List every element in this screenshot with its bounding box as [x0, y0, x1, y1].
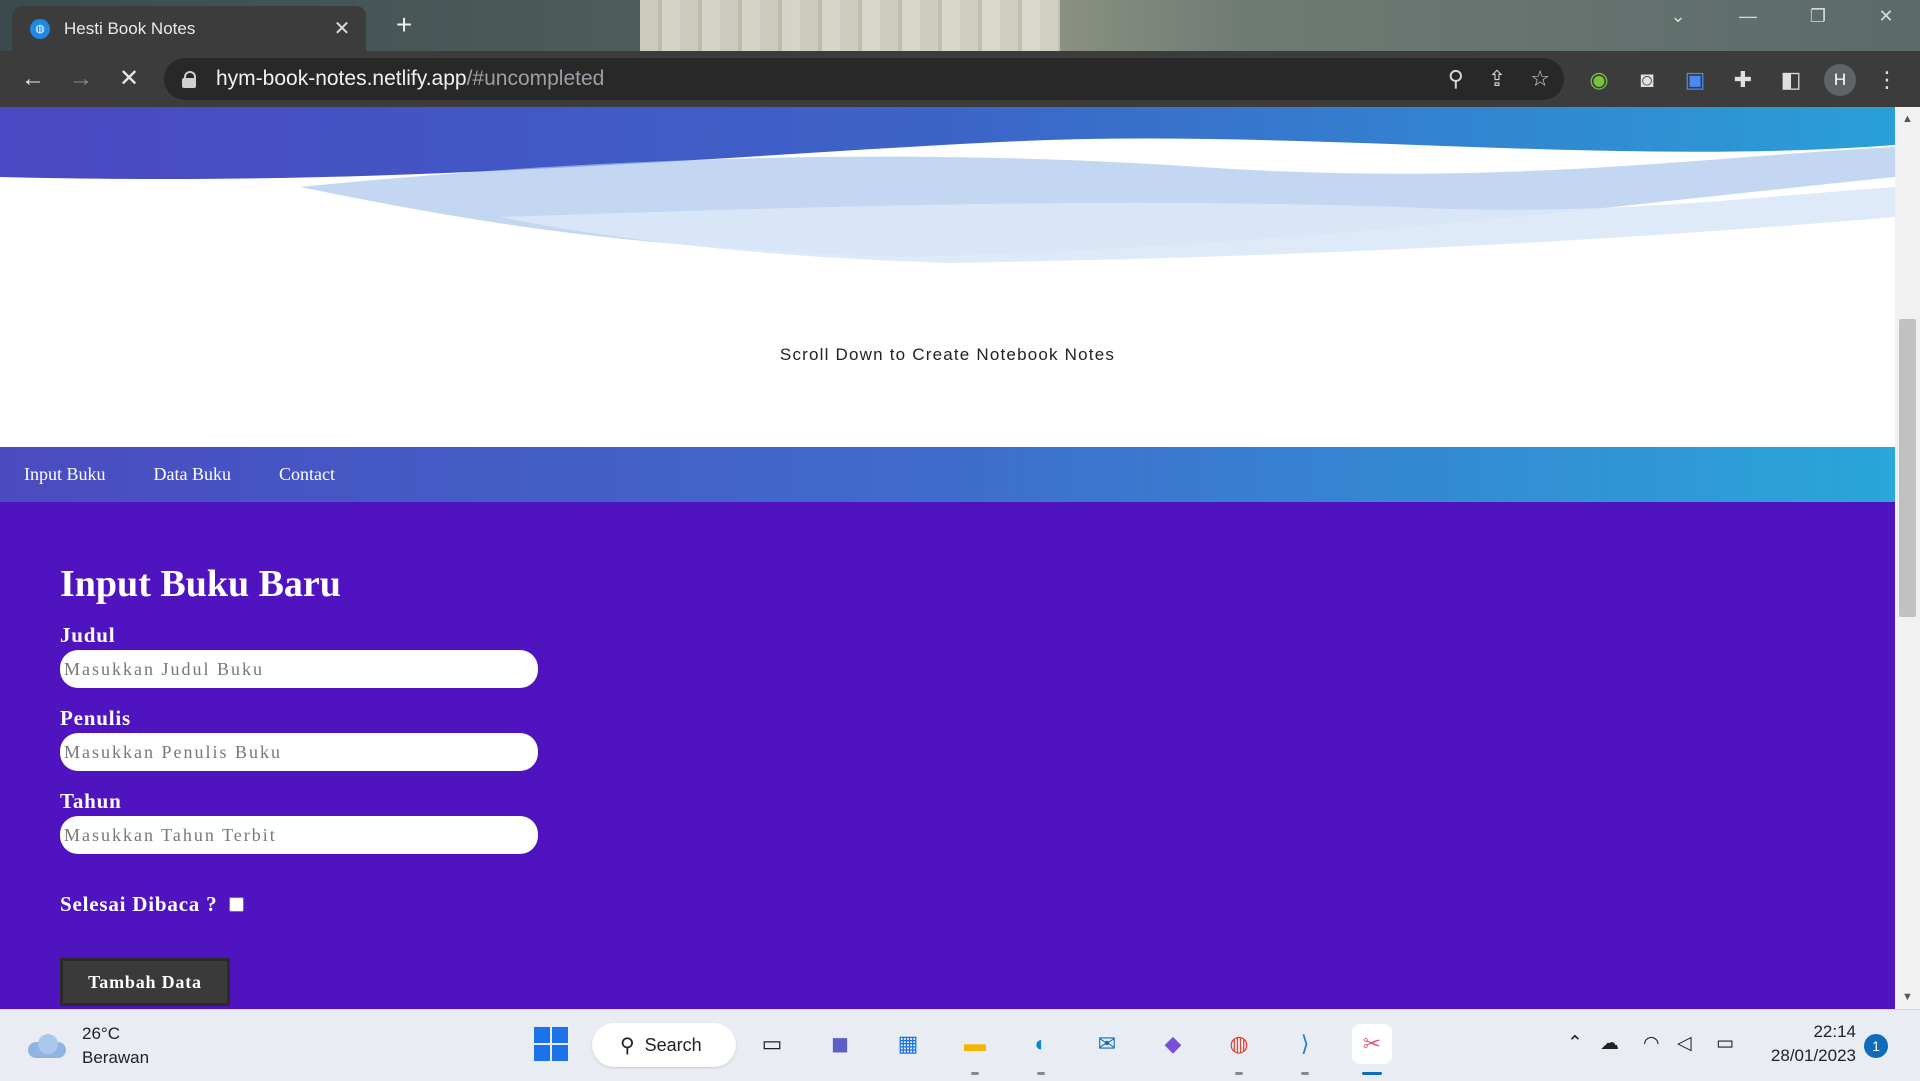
volume-icon[interactable]: ◁: [1677, 1032, 1692, 1055]
tab-title: Hesti Book Notes: [64, 18, 196, 38]
tahun-input[interactable]: [60, 816, 538, 854]
scroll-down-hint: Scroll Down to Create Notebook Notes: [779, 345, 1116, 364]
system-clock[interactable]: 22:14 28/01/2023: [1746, 1020, 1856, 1068]
tab-close-icon[interactable]: ✕: [328, 16, 356, 41]
edge-browser-icon[interactable]: ◐: [1021, 1024, 1061, 1064]
judul-input[interactable]: [60, 650, 538, 688]
weather-widget[interactable]: 26°C Berawan: [28, 1022, 149, 1070]
tab-search-icon[interactable]: ⌄: [1648, 6, 1708, 27]
site-favicon-icon: ◍: [30, 18, 50, 39]
side-panel-icon[interactable]: ◧: [1776, 65, 1806, 95]
windows-taskbar: 26°C Berawan ⚲ Search ▭ ◼ ▦ ▬ ◐ ✉ ◆ ◍ ⟩ …: [0, 1009, 1920, 1081]
file-explorer-running-indicator: [971, 1072, 979, 1075]
tabstrip-background-image: [640, 0, 1060, 51]
penulis-label: Penulis: [60, 706, 131, 730]
mail-app-icon[interactable]: ✉: [1087, 1024, 1127, 1064]
restore-button[interactable]: ❐: [1788, 6, 1848, 27]
translate-extension-icon[interactable]: ▣: [1680, 65, 1710, 95]
copilot-app-icon[interactable]: ◆: [1153, 1024, 1193, 1064]
show-hidden-icons-chevron-icon[interactable]: ⌃: [1567, 1032, 1583, 1055]
scroll-up-arrow-icon[interactable]: ▲: [1895, 109, 1920, 129]
edge-running-indicator: [1037, 1072, 1045, 1075]
screenshot-extension-icon[interactable]: ◙: [1632, 65, 1662, 95]
scroll-down-arrow-icon[interactable]: ▼: [1895, 987, 1920, 1007]
url-path: /#uncompleted: [466, 67, 605, 90]
browser-toolbar: ← → ✕ hym-book-notes.netlify.app/#uncomp…: [0, 51, 1920, 107]
input-book-form: Input Buku Baru Judul Penulis Tahun Sele…: [0, 502, 1895, 1009]
forward-button[interactable]: →: [64, 63, 98, 97]
stop-loading-button[interactable]: ✕: [112, 63, 146, 97]
site-navbar: Input Buku Data Buku Contact: [0, 447, 1895, 502]
weather-temperature: 26°C: [82, 1024, 120, 1043]
lock-icon[interactable]: [182, 71, 196, 88]
browser-menu-icon[interactable]: ⋮: [1872, 65, 1902, 95]
clock-time: 22:14: [1813, 1022, 1856, 1041]
vscode-running-indicator: [1301, 1072, 1309, 1075]
clock-date: 28/01/2023: [1770, 1046, 1856, 1065]
address-bar[interactable]: hym-book-notes.netlify.app/#uncompleted …: [164, 58, 1564, 100]
file-explorer-icon[interactable]: ▬: [955, 1024, 995, 1064]
page-scrollbar[interactable]: ▲ ▼: [1895, 107, 1920, 1009]
tahun-label: Tahun: [60, 789, 122, 813]
bookmark-star-icon[interactable]: ☆: [1530, 66, 1550, 92]
hero-wave-graphic: [0, 107, 1895, 267]
extensions-puzzle-icon[interactable]: ✚: [1728, 65, 1758, 95]
calendar-app-icon[interactable]: ▦: [888, 1024, 928, 1064]
minimize-button[interactable]: —: [1718, 6, 1778, 27]
tambah-data-button[interactable]: Tambah Data: [60, 958, 230, 1006]
start-windows-icon[interactable]: [531, 1024, 571, 1064]
nav-link-contact[interactable]: Contact: [279, 464, 335, 485]
battery-icon[interactable]: ▭: [1716, 1032, 1734, 1055]
penulis-input[interactable]: [60, 733, 538, 771]
search-icon: ⚲: [620, 1034, 635, 1057]
scrollbar-thumb[interactable]: [1899, 319, 1916, 617]
snipping-tool-icon[interactable]: ✂: [1352, 1024, 1392, 1064]
selesai-dibaca-label: Selesai Dibaca ?: [60, 892, 218, 916]
wifi-icon[interactable]: ◠: [1643, 1032, 1660, 1055]
form-title: Input Buku Baru: [60, 563, 341, 605]
chrome-running-indicator: [1235, 1072, 1243, 1075]
url-host: hym-book-notes.netlify.app: [216, 67, 467, 90]
back-button[interactable]: ←: [16, 63, 50, 97]
cloud-weather-icon: [28, 1034, 66, 1058]
judul-label: Judul: [60, 623, 116, 647]
nav-link-input-buku[interactable]: Input Buku: [24, 464, 106, 485]
profile-avatar[interactable]: H: [1824, 64, 1856, 96]
close-window-button[interactable]: ✕: [1856, 6, 1916, 27]
weather-description: Berawan: [82, 1048, 150, 1067]
share-icon[interactable]: ⇪: [1488, 66, 1506, 92]
notification-badge[interactable]: 1: [1864, 1034, 1888, 1058]
zoom-icon[interactable]: ⚲: [1448, 66, 1464, 92]
search-label: Search: [644, 1034, 702, 1055]
vscode-app-icon[interactable]: ⟩: [1285, 1024, 1325, 1064]
chrome-browser-icon[interactable]: ◍: [1219, 1024, 1259, 1064]
teams-chat-icon[interactable]: ◼: [820, 1024, 860, 1064]
extension-globe-icon[interactable]: ◉: [1584, 65, 1614, 95]
new-tab-button[interactable]: +: [386, 8, 422, 44]
selesai-dibaca-row: Selesai Dibaca ?: [60, 892, 247, 917]
browser-tabstrip: ◍ Hesti Book Notes ✕ + ⌄ — ❐ ✕: [0, 0, 1920, 51]
nav-link-data-buku[interactable]: Data Buku: [154, 464, 231, 485]
onedrive-cloud-icon[interactable]: ☁: [1600, 1032, 1619, 1055]
page-viewport: Scroll Down to Create Notebook Notes Inp…: [0, 107, 1895, 1009]
snipping-tool-active-indicator: [1362, 1072, 1382, 1075]
task-view-icon[interactable]: ▭: [752, 1024, 792, 1064]
browser-tab-active[interactable]: ◍ Hesti Book Notes ✕: [12, 6, 366, 51]
selesai-dibaca-checkbox[interactable]: [229, 897, 245, 912]
taskbar-search-box[interactable]: ⚲ Search: [592, 1023, 736, 1067]
